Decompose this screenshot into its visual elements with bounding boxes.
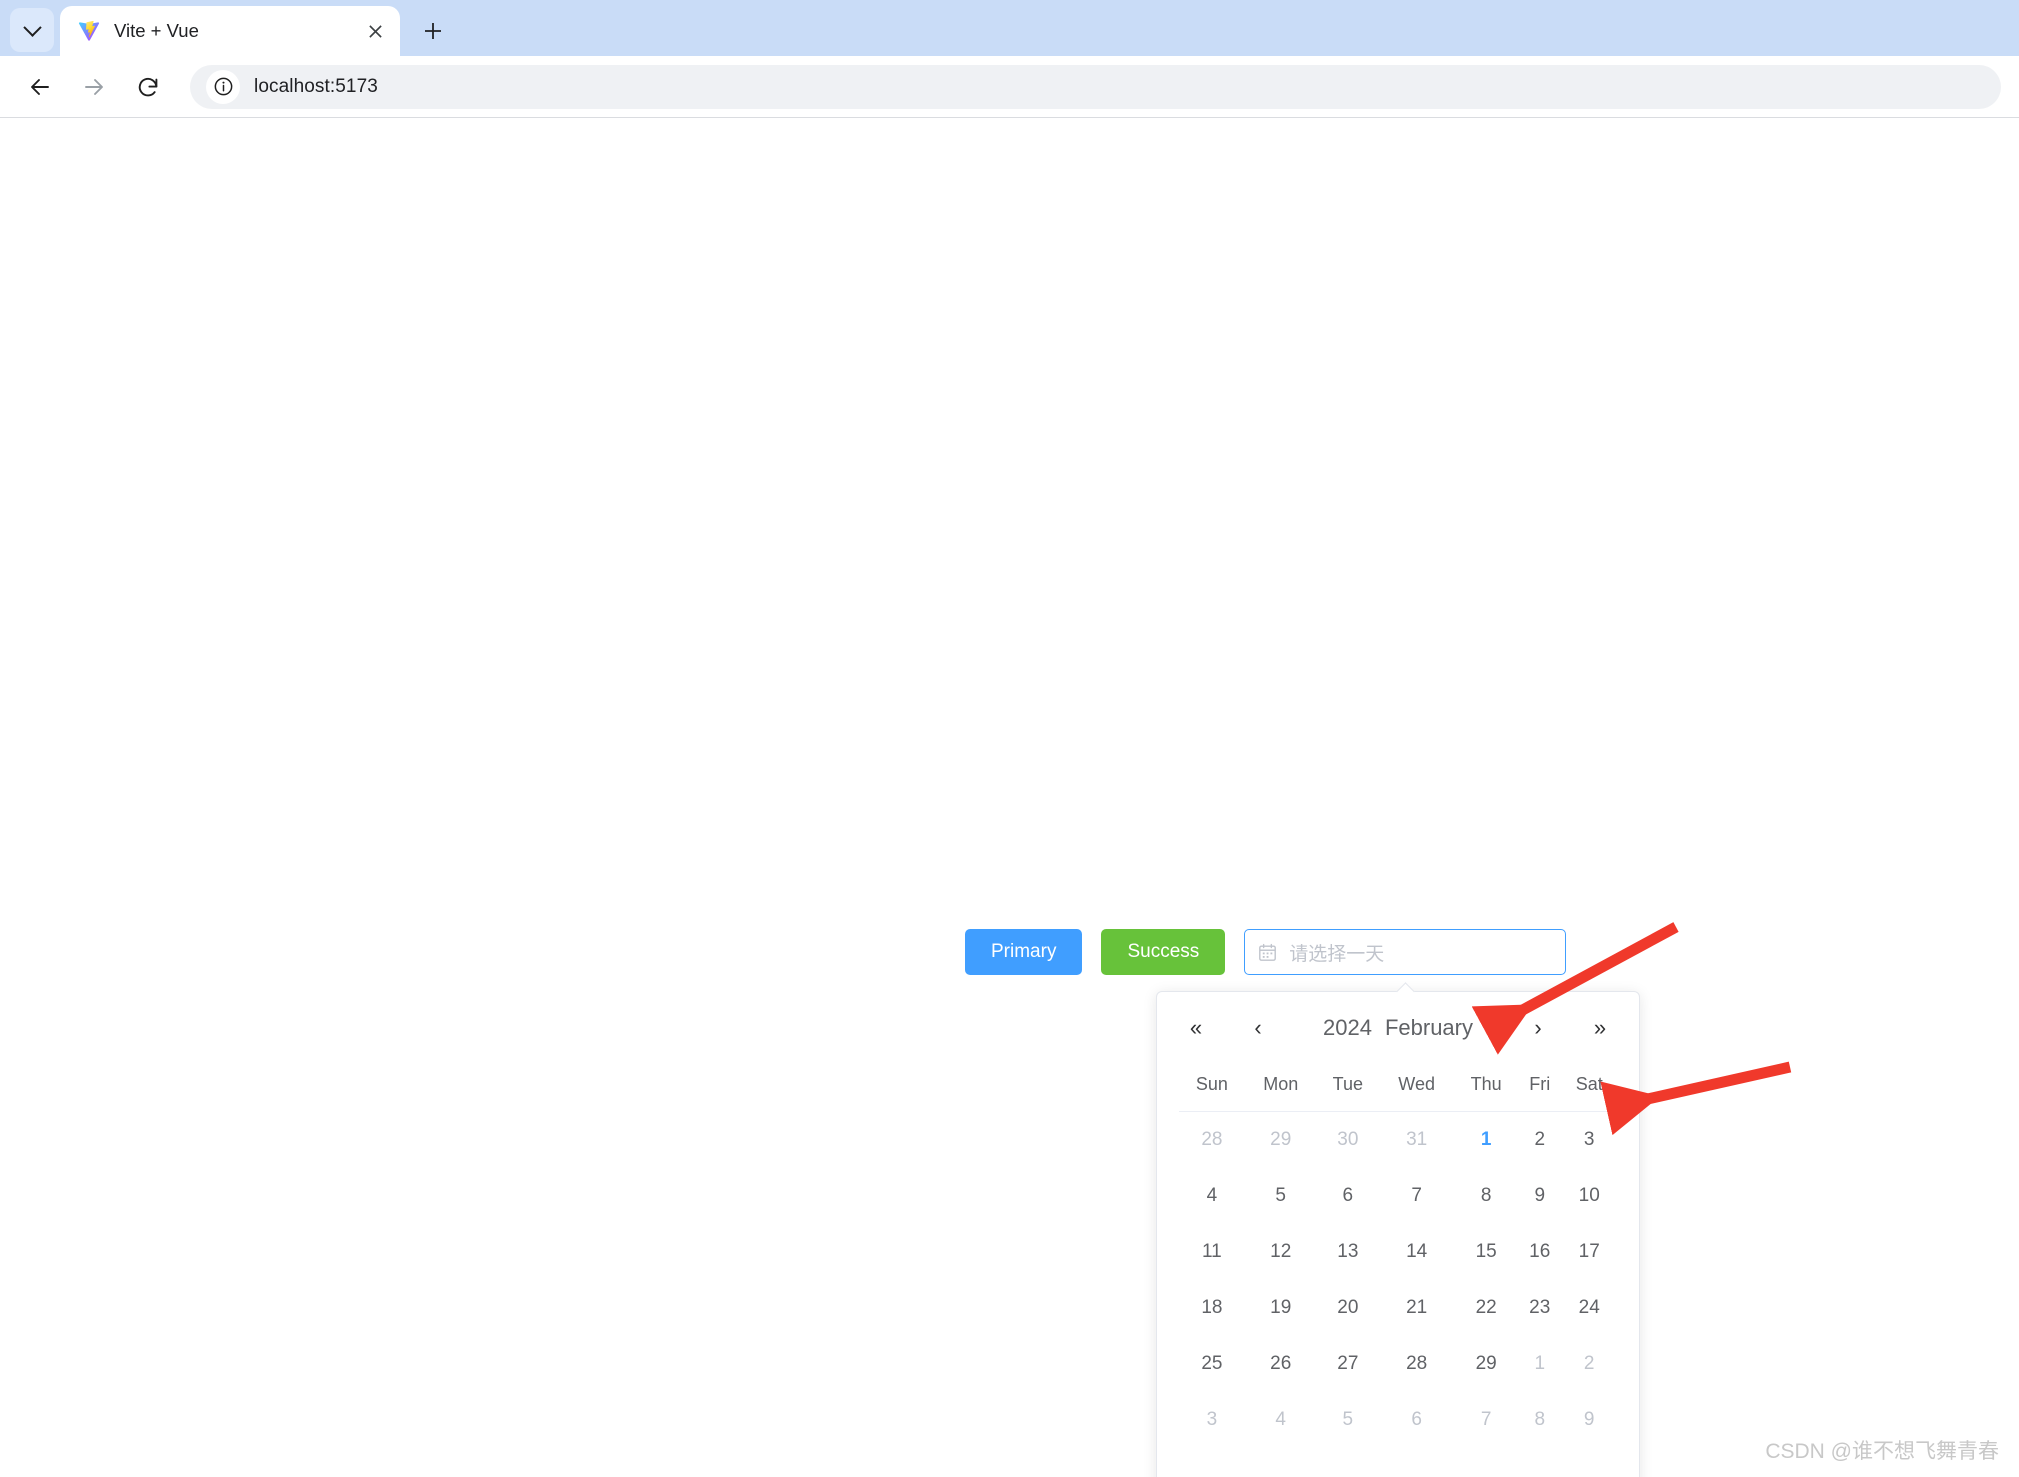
forward-arrow-icon: [85, 78, 103, 95]
weekday-sat: Sat: [1561, 1064, 1617, 1112]
browser-window: Vite + Vue localhost:5173 Primary Succes…: [0, 0, 2019, 1477]
calendar-day-cell[interactable]: 10: [1561, 1168, 1617, 1224]
month-label[interactable]: February: [1385, 1015, 1473, 1041]
calendar-week-row: 4 5 6 7 8 9 10: [1179, 1168, 1617, 1224]
calendar-day-cell[interactable]: 1: [1454, 1112, 1518, 1168]
calendar-week-row: 25 26 27 28 29 1 2: [1179, 1336, 1617, 1392]
info-circle-icon[interactable]: [206, 69, 240, 104]
calendar-day-cell[interactable]: 6: [1379, 1392, 1454, 1448]
calendar-day-cell[interactable]: 20: [1317, 1280, 1379, 1336]
calendar-day-cell[interactable]: 3: [1179, 1392, 1245, 1448]
calendar-day-cell[interactable]: 28: [1179, 1112, 1245, 1168]
tab-title: Vite + Vue: [114, 20, 199, 41]
calendar-day-cell[interactable]: 22: [1454, 1280, 1518, 1336]
csdn-watermark: CSDN @谁不想飞舞青春: [1765, 1440, 1999, 1463]
calendar-week-row: 28 29 30 31 1 2 3: [1179, 1112, 1617, 1168]
calendar-day-cell[interactable]: 14: [1379, 1224, 1454, 1280]
calendar-day-cell[interactable]: 13: [1317, 1224, 1379, 1280]
back-arrow-icon: [31, 78, 49, 95]
annotation-overlay: [1471, 922, 1792, 1136]
calendar-day-cell[interactable]: 25: [1179, 1336, 1245, 1392]
prev-month-button[interactable]: ‹: [1241, 1011, 1275, 1045]
weekday-fri: Fri: [1518, 1064, 1562, 1112]
calendar-day-cell[interactable]: 9: [1518, 1168, 1561, 1224]
picker-body: Sun Mon Tue Wed Thu Fri Sat 28 29 30 31 1 2 3 4 5 6 7 8 9 1…: [1157, 1064, 1639, 1448]
address-bar[interactable]: localhost:5173: [190, 64, 2001, 109]
calendar-day-cell[interactable]: 7: [1379, 1168, 1454, 1224]
calendar-day-cell[interactable]: 24: [1561, 1280, 1617, 1336]
weekday-mon: Mon: [1244, 1064, 1317, 1112]
calendar-day-cell[interactable]: 5: [1245, 1168, 1317, 1224]
calendar-day-cell[interactable]: 28: [1379, 1336, 1454, 1392]
calendar-day-cell[interactable]: 1: [1518, 1336, 1561, 1392]
calendar-day-cell[interactable]: 8: [1518, 1392, 1561, 1448]
picker-header: « ‹ 2024 February › »: [1157, 992, 1639, 1064]
calendar-day-cell[interactable]: 6: [1317, 1168, 1379, 1224]
calendar-day-cell[interactable]: 21: [1379, 1280, 1454, 1336]
year-label[interactable]: 2024: [1323, 1015, 1372, 1041]
calendar-day-cell[interactable]: 17: [1561, 1224, 1617, 1280]
url-text: localhost:5173: [254, 75, 378, 97]
calendar-day-cell[interactable]: 26: [1245, 1336, 1317, 1392]
calendar-table: Sun Mon Tue Wed Thu Fri Sat 28 29 30 31 1 2 3 4 5 6 7 8 9 1…: [1179, 1064, 1617, 1448]
vite-logo-icon: [78, 20, 100, 41]
plus-icon: [425, 23, 441, 39]
calendar-week-row: 3456789: [1179, 1392, 1617, 1448]
calendar-day-cell[interactable]: 19: [1245, 1280, 1317, 1336]
weekday-wed: Wed: [1378, 1064, 1455, 1112]
annotation-arrow-saturday: [1600, 1061, 1792, 1136]
calendar-day-cell[interactable]: 29: [1454, 1336, 1518, 1392]
back-button[interactable]: [18, 65, 62, 109]
demo-controls-row: Primary Success 请选择一天: [965, 929, 1567, 975]
browser-toolbar: localhost:5173: [0, 56, 2019, 118]
weekday-header-row: Sun Mon Tue Wed Thu Fri Sat: [1179, 1064, 1617, 1112]
calendar-day-cell[interactable]: 4: [1245, 1392, 1317, 1448]
new-tab-button[interactable]: [414, 12, 452, 50]
prev-year-button[interactable]: «: [1179, 1011, 1213, 1045]
calendar-day-cell[interactable]: 2: [1561, 1336, 1617, 1392]
weekday-thu: Thu: [1454, 1064, 1519, 1112]
calendar-day-cell[interactable]: 12: [1245, 1224, 1317, 1280]
forward-button[interactable]: [72, 65, 116, 109]
calendar-day-cell[interactable]: 30: [1317, 1112, 1379, 1168]
weekday-sun: Sun: [1179, 1064, 1245, 1112]
calendar-weeks: 28 29 30 31 1 2 3 4 5 6 7 8 9 10 11 12 13 14 15 16 17 18 19 20 2…: [1179, 1112, 1617, 1448]
success-button[interactable]: Success: [1101, 929, 1226, 975]
calendar-day-cell[interactable]: 16: [1518, 1224, 1561, 1280]
close-icon[interactable]: [362, 18, 388, 44]
primary-button[interactable]: Primary: [965, 929, 1083, 975]
page-viewport: Primary Success 请选择一天 « ‹ 2024 February …: [0, 119, 2019, 1477]
calendar-day-cell[interactable]: 7: [1454, 1392, 1518, 1448]
tab-strip: Vite + Vue: [0, 0, 2019, 56]
calendar-day-cell[interactable]: 29: [1245, 1112, 1317, 1168]
calendar-day-cell[interactable]: 5: [1317, 1392, 1379, 1448]
calendar-day-cell[interactable]: 2: [1518, 1112, 1561, 1168]
calendar-day-cell[interactable]: 31: [1379, 1112, 1454, 1168]
date-picker-panel: « ‹ 2024 February › » Sun Mon Tue Wed Thu Fri…: [1156, 982, 1640, 1477]
calendar-day-cell[interactable]: 8: [1454, 1168, 1518, 1224]
calendar-day-cell[interactable]: 23: [1518, 1280, 1561, 1336]
calendar-week-row: 11 12 13 14 15 16 17: [1179, 1224, 1617, 1280]
browser-tab[interactable]: Vite + Vue: [60, 6, 400, 56]
calendar-week-row: 18 19 20 21 22 23 24: [1179, 1280, 1617, 1336]
calendar-day-cell[interactable]: 11: [1179, 1224, 1245, 1280]
calendar-day-cell[interactable]: 9: [1561, 1392, 1617, 1448]
reload-icon: [138, 77, 158, 96]
next-month-button[interactable]: ›: [1521, 1011, 1555, 1045]
date-picker-input[interactable]: 请选择一天: [1244, 929, 1567, 975]
reload-button[interactable]: [126, 65, 170, 109]
weekday-tue: Tue: [1316, 1064, 1379, 1112]
next-year-button[interactable]: »: [1583, 1011, 1617, 1045]
calendar-icon: [1259, 943, 1277, 961]
tab-search-button[interactable]: [10, 8, 54, 52]
calendar-day-cell[interactable]: 18: [1179, 1280, 1245, 1336]
date-input-placeholder: 请选择一天: [1289, 943, 1385, 965]
calendar-day-cell[interactable]: 3: [1561, 1112, 1617, 1168]
calendar-day-cell[interactable]: 15: [1454, 1224, 1518, 1280]
calendar-day-cell[interactable]: 4: [1179, 1168, 1245, 1224]
chevron-down-icon: [22, 17, 42, 37]
calendar-day-cell[interactable]: 27: [1317, 1336, 1379, 1392]
